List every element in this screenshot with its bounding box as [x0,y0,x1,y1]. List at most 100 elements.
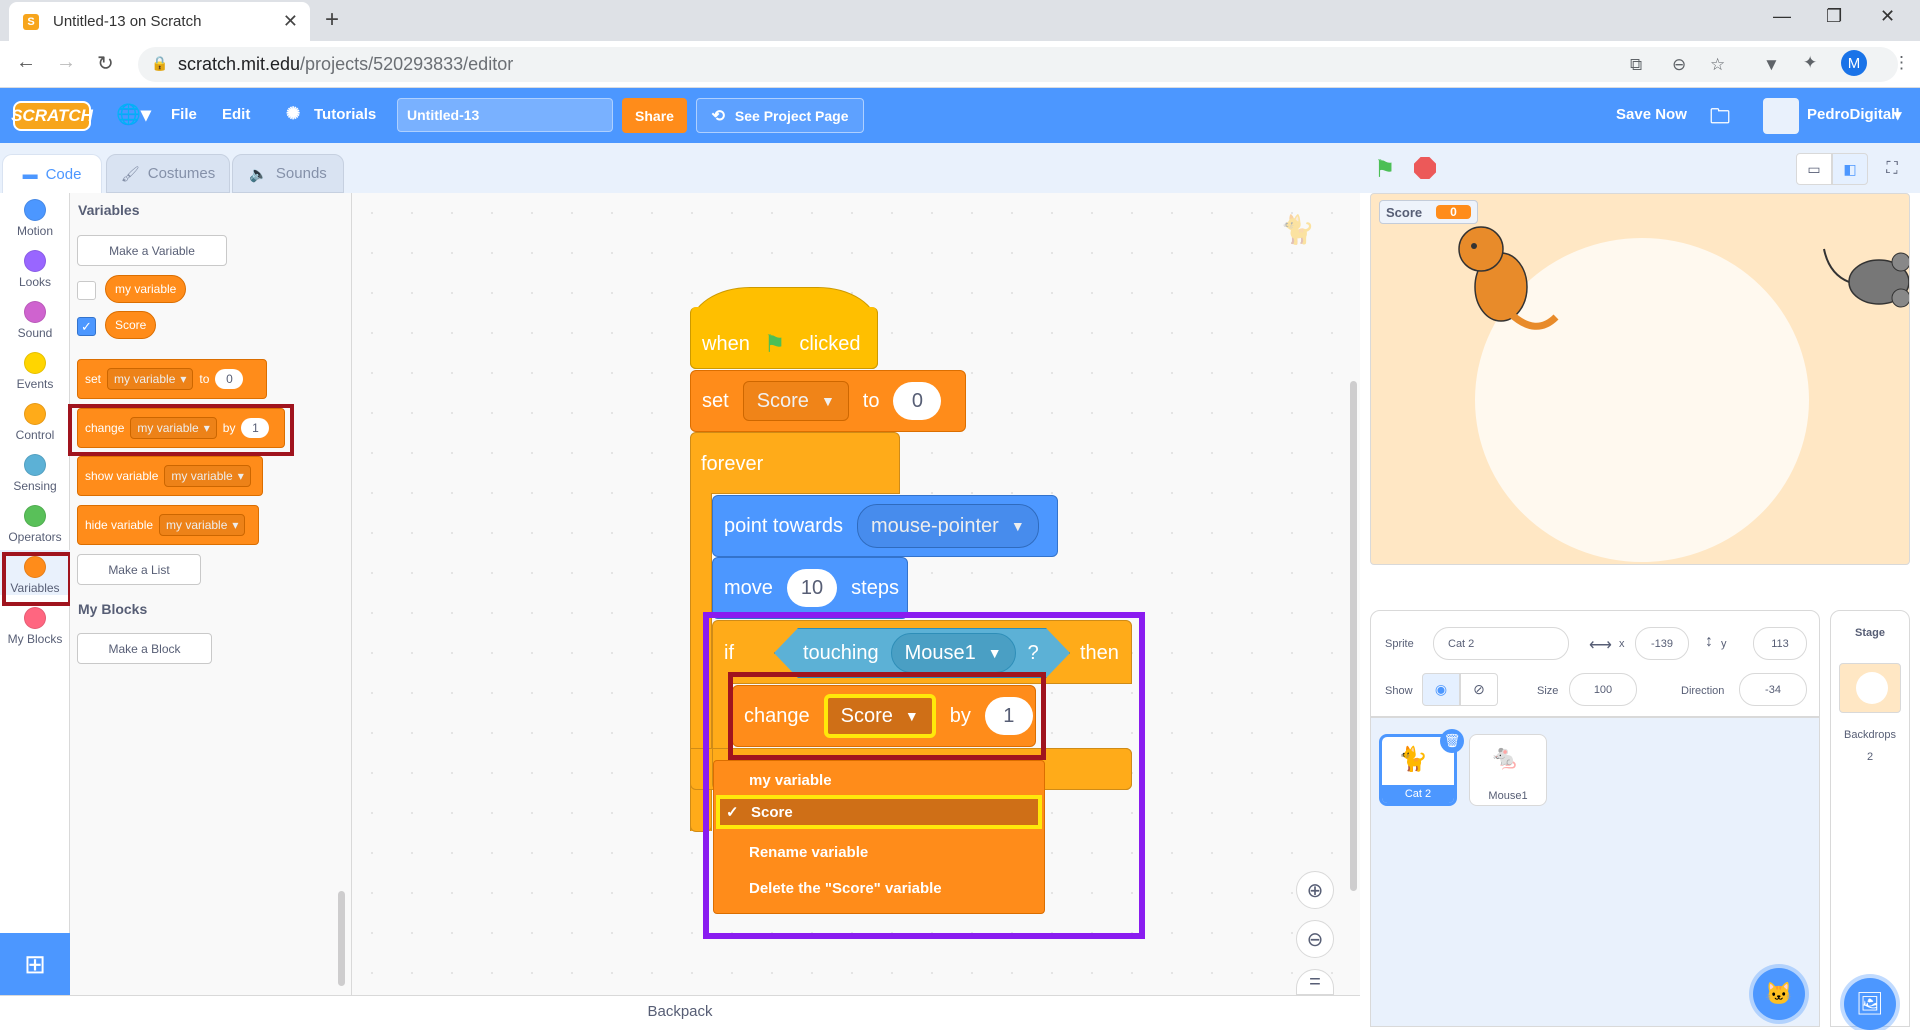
zoom-icon[interactable]: ⊖ [1672,55,1686,75]
x-input[interactable]: -139 [1635,627,1689,660]
stage-target-panel[interactable]: Stage Backdrops 2 🖼 [1830,610,1910,1030]
hide-variable-block[interactable]: hide variable my variable ▾ [77,505,259,545]
tab-sounds[interactable]: 🔈 Sounds [232,154,344,193]
project-title-input[interactable]: Untitled-13 [397,98,613,132]
score-reporter[interactable]: Score [105,311,157,339]
set-score-block[interactable]: set Score ▼ to 0 [690,370,966,432]
user-caret-icon[interactable]: ▾ [1894,106,1902,124]
category-sound[interactable]: Sound [0,295,70,340]
small-stage-button[interactable]: ▭ [1796,153,1832,185]
url-input[interactable]: 🔒 scratch.mit.edu/projects/520293833/edi… [138,47,1898,82]
save-now-button[interactable]: Save Now [1616,106,1687,123]
profile-avatar[interactable]: M [1841,50,1867,76]
sprite-thumb-cat2[interactable]: 🐈 Cat 2 🗑 [1379,729,1464,806]
change-var-dropdown[interactable]: my variable ▾ [130,417,217,439]
make-list-button[interactable]: Make a List [77,554,201,585]
dropdown-item-my-variable[interactable]: my variable [714,763,1044,797]
show-visible-button[interactable]: ◉ [1422,673,1460,706]
change-variable-block[interactable]: change my variable ▾ by 1 [77,408,285,448]
category-events[interactable]: Events [0,346,70,391]
backpack-bar[interactable]: Backpack [0,995,1360,1027]
language-globe-icon[interactable]: 🌐▾ [116,102,151,127]
touching-target-dropdown[interactable]: Mouse1 ▼ [891,633,1016,673]
direction-input[interactable]: -34 [1739,673,1807,706]
dropdown-item-delete[interactable]: Delete the "Score" variable [714,871,1044,905]
reload-icon[interactable]: ↻ [97,51,114,76]
scratch-logo[interactable]: SCRATCH [11,101,93,131]
choose-sprite-button[interactable]: 🐱 [1753,968,1805,1020]
make-variable-button[interactable]: Make a Variable [77,235,227,266]
user-avatar[interactable] [1763,98,1799,134]
file-menu[interactable]: File [171,106,197,123]
when-flag-clicked-block[interactable]: when ⚑ clicked [690,307,878,369]
category-sensing[interactable]: Sensing [0,448,70,493]
forward-icon[interactable]: → [56,51,76,74]
see-project-page-button[interactable]: ⟲ See Project Page [696,98,864,133]
show-hidden-button[interactable]: ⊘ [1460,673,1498,706]
green-flag-button[interactable]: ⚑ [1374,155,1396,184]
puzzle-icon[interactable]: ✦ [1803,53,1817,73]
point-target-dropdown[interactable]: mouse-pointer ▼ [856,504,1039,548]
my-stuff-folder-icon[interactable]: 🗀 [1710,102,1730,136]
add-extension-button[interactable]: ⊞ [0,933,70,995]
show-var-dropdown[interactable]: my variable ▾ [164,465,251,487]
category-variables[interactable]: Variables [0,550,70,595]
browser-tab[interactable]: S Untitled-13 on Scratch ✕ [9,2,310,41]
dropdown-item-score[interactable]: ✓ Score [716,795,1042,829]
extension-icon[interactable]: ▼ [1763,55,1780,75]
sprite-name-input[interactable]: Cat 2 [1433,627,1569,660]
show-variable-block[interactable]: show variable my variable ▾ [77,456,263,496]
move-steps-input[interactable]: 10 [786,569,838,607]
minimize-icon[interactable]: — [1773,6,1791,27]
zoom-out-button[interactable]: ⊖ [1296,920,1334,958]
point-towards-block[interactable]: point towards mouse-pointer ▼ [712,495,1058,557]
change-score-block[interactable]: change Score ▼ by 1 [732,685,1036,747]
sprite-thumb-mouse1[interactable]: 🐁 Mouse1 [1469,734,1547,806]
stop-sign-button[interactable] [1414,157,1436,179]
set-variable-block[interactable]: set my variable ▾ to 0 [77,359,267,399]
delete-sprite-icon[interactable]: 🗑 [1440,729,1464,753]
zoom-in-button[interactable]: ⊕ [1296,871,1334,909]
category-operators[interactable]: Operators [0,499,70,544]
category-motion[interactable]: Motion [0,193,70,238]
workspace-vscrollbar[interactable] [1350,381,1357,891]
change-score-dropdown[interactable]: Score ▼ [823,694,936,738]
score-checkbox[interactable]: ✓ [77,317,96,336]
dropdown-item-rename[interactable]: Rename variable [714,835,1044,869]
y-input[interactable]: 113 [1753,627,1807,660]
bookmark-star-icon[interactable]: ☆ [1710,55,1725,75]
tutorials-menu[interactable]: Tutorials [314,106,376,123]
set-var-dropdown[interactable]: my variable ▾ [107,368,194,390]
size-input[interactable]: 100 [1569,673,1637,706]
tab-costumes[interactable]: 🖌 Costumes [106,154,230,193]
share-button[interactable]: Share [622,98,687,133]
category-my-blocks[interactable]: My Blocks [0,601,70,646]
cat-sprite[interactable] [1426,219,1566,339]
username-menu[interactable]: PedroDigitall [1807,106,1900,123]
set-score-input[interactable]: 0 [893,382,942,420]
back-icon[interactable]: ← [16,51,36,74]
change-value-input[interactable]: 1 [241,418,270,438]
new-tab-icon[interactable]: + [325,6,339,34]
move-steps-block[interactable]: move 10 steps [712,557,908,619]
hide-var-dropdown[interactable]: my variable ▾ [159,514,246,536]
category-looks[interactable]: Looks [0,244,70,289]
edit-menu[interactable]: Edit [222,106,250,123]
set-score-dropdown[interactable]: Score ▼ [742,381,849,421]
large-stage-button[interactable]: ◧ [1832,153,1868,185]
my-variable-checkbox[interactable] [77,281,96,300]
maximize-icon[interactable]: ❐ [1826,6,1842,27]
change-score-input[interactable]: 1 [984,697,1033,735]
mouse-sprite[interactable] [1819,244,1910,314]
translate-icon[interactable]: ⧉ [1630,55,1642,75]
category-control[interactable]: Control [0,397,70,442]
window-close-icon[interactable]: ✕ [1880,6,1895,27]
choose-backdrop-button[interactable]: 🖼 [1844,978,1896,1030]
backdrop-thumbnail[interactable] [1839,663,1901,713]
my-variable-reporter[interactable]: my variable [105,275,187,303]
tab-close-icon[interactable]: ✕ [283,11,298,32]
palette-scrollbar[interactable] [338,891,345,986]
browser-menu-icon[interactable]: ⋮ [1893,53,1910,73]
make-block-button[interactable]: Make a Block [77,633,212,664]
tab-code[interactable]: ▬ Code [2,154,102,193]
